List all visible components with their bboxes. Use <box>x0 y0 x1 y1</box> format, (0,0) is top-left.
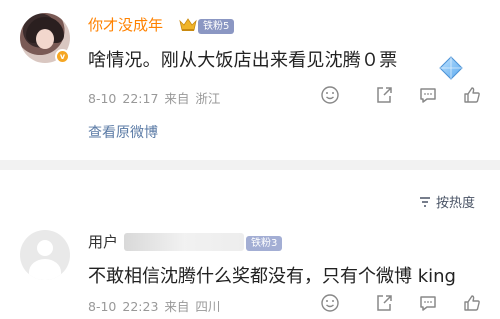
view-original-link[interactable]: 查看原微博 <box>88 122 158 142</box>
diamond-emoji-icon <box>439 56 463 80</box>
comment-location: 浙江 <box>195 91 221 106</box>
like-icon[interactable] <box>462 293 482 313</box>
sort-icon <box>420 196 430 207</box>
fan-badge: 铁粉5 <box>198 19 235 34</box>
like-icon[interactable] <box>462 85 482 105</box>
comment-text: 啥情况。刚从大饭店出来看见沈腾０票 <box>88 50 398 71</box>
comment-time: 22:23 <box>122 299 159 314</box>
comment-icon[interactable] <box>418 293 438 313</box>
comment-date: 8-10 <box>88 299 117 314</box>
comment-text: 不敢相信沈腾什么奖都没有，只有个微博 king <box>88 266 456 287</box>
avatar[interactable] <box>20 230 70 280</box>
verified-badge-icon: v <box>55 49 70 64</box>
comment-date: 8-10 <box>88 91 117 106</box>
sort-button[interactable]: 按热度 <box>418 192 475 211</box>
comment-meta: 8-10 22:23 来自 四川 <box>88 296 226 315</box>
divider <box>0 160 500 170</box>
comment-from: 来自 <box>164 299 190 314</box>
comment-location: 四川 <box>195 299 221 314</box>
comment-username[interactable]: 你才没成年 <box>88 14 163 35</box>
comment-meta: 8-10 22:17 来自 浙江 <box>88 88 226 107</box>
comment-time: 22:17 <box>122 91 159 106</box>
share-icon[interactable] <box>374 293 394 313</box>
crown-icon <box>179 18 197 31</box>
comment-username[interactable]: 用户 <box>88 231 118 252</box>
fan-badge: 铁粉3 <box>246 236 283 251</box>
comment-icon[interactable] <box>418 85 438 105</box>
comment-from: 来自 <box>164 91 190 106</box>
share-icon[interactable] <box>374 85 394 105</box>
sort-label: 按热度 <box>436 196 476 211</box>
smiley-icon[interactable] <box>320 293 340 313</box>
smiley-icon[interactable] <box>320 85 340 105</box>
blurred-username <box>124 233 244 251</box>
